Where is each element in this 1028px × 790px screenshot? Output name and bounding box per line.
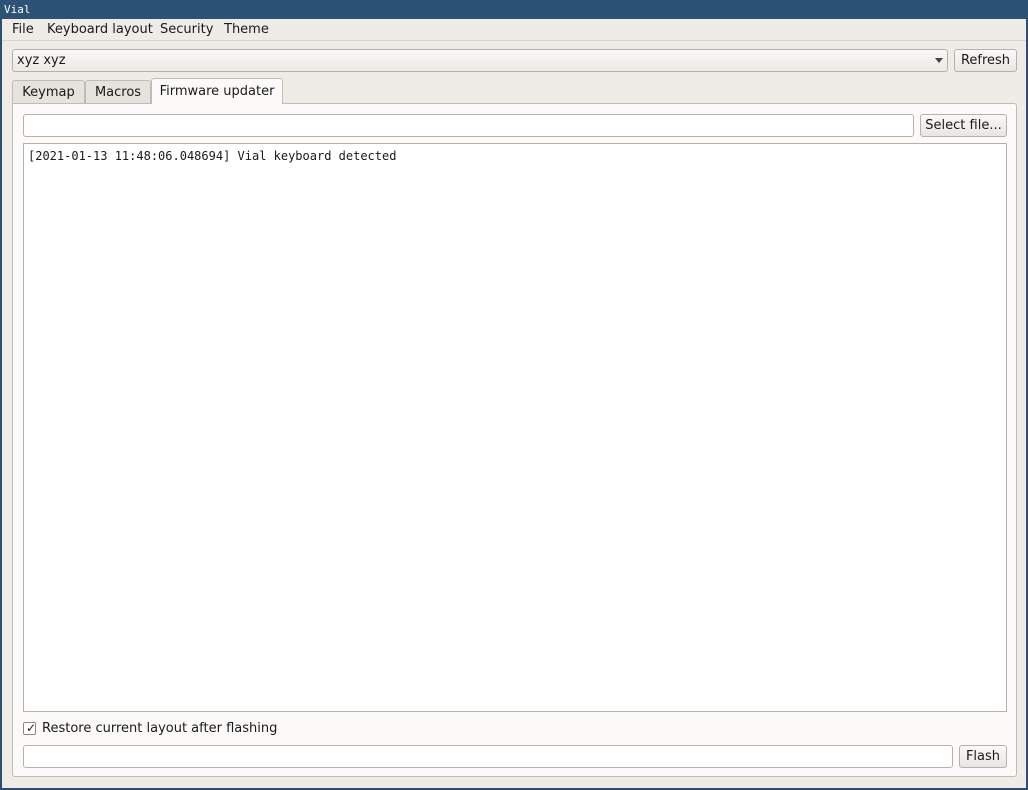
chevron-down-icon [935,58,943,63]
menu-divider [2,40,1026,41]
tab-macros[interactable]: Macros [85,80,151,104]
window-title: Vial [0,0,1028,19]
device-select[interactable]: xyz xyz [12,49,948,72]
tab-keymap[interactable]: Keymap [12,80,85,104]
flash-button[interactable]: Flash [959,745,1007,768]
checkmark-icon: ✓ [26,721,37,735]
tab-firmware-updater[interactable]: Firmware updater [151,78,283,104]
menu-file[interactable]: File [7,19,39,40]
firmware-log[interactable]: [2021-01-13 11:48:06.048694] Vial keyboa… [23,143,1007,712]
menu-bar: File Keyboard layout Security Theme [2,19,1026,40]
flash-progress-field [23,745,953,768]
firmware-file-path-input[interactable] [23,114,914,137]
menu-theme[interactable]: Theme [219,19,274,40]
application-window: Vial File Keyboard layout Security Theme… [0,0,1028,790]
refresh-button[interactable]: Refresh [954,49,1017,72]
restore-layout-label[interactable]: Restore current layout after flashing [42,720,277,737]
device-select-value: xyz xyz [17,53,66,68]
menu-keyboard-layout[interactable]: Keyboard layout [42,19,158,40]
firmware-updater-panel: Select file... [2021-01-13 11:48:06.0486… [12,103,1017,777]
menu-security[interactable]: Security [155,19,218,40]
restore-layout-checkbox[interactable]: ✓ [23,721,37,735]
select-file-button[interactable]: Select file... [920,114,1007,137]
main-window-content: File Keyboard layout Security Theme xyz … [2,19,1026,788]
